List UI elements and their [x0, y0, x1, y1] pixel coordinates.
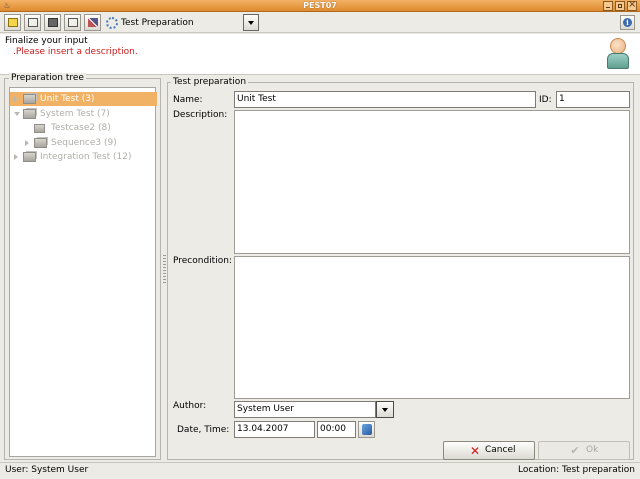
gear-icon [106, 17, 118, 29]
new-button[interactable] [4, 14, 21, 31]
name-field[interactable]: Unit Test [234, 91, 536, 108]
tree-item-label: System Test (7) [40, 108, 110, 119]
splitter-grip-icon[interactable] [163, 255, 166, 285]
status-location: Location: Test preparation [518, 465, 635, 475]
preparation-tree-panel: Preparation tree Unit Test (3) System Tes… [4, 73, 161, 460]
checkmark-icon: ✔ [570, 444, 580, 457]
user-avatar-icon [606, 38, 630, 70]
tree-item-label: Testcase2 (8) [51, 123, 111, 133]
name-label: Name: [173, 95, 203, 105]
info-button[interactable]: i [620, 15, 635, 30]
cancel-button[interactable]: ✕ Cancel [443, 441, 535, 460]
test-folder-icon [23, 94, 36, 104]
close-window-button[interactable] [627, 0, 637, 11]
precondition-label: Precondition: [173, 256, 232, 266]
author-dropdown-button[interactable] [376, 401, 394, 418]
test-folder-icon [34, 124, 45, 133]
message-area: Finalize your input .Please insert a des… [0, 34, 640, 75]
test-folder-icon [34, 137, 47, 148]
tools-icon [88, 18, 98, 27]
collapsed-arrow-icon[interactable] [14, 96, 18, 102]
status-user: User: System User [5, 465, 89, 475]
time-field[interactable]: 00:00 [317, 421, 356, 438]
description-textarea[interactable] [234, 110, 630, 254]
datetime-label: Date, Time: [177, 425, 230, 435]
ok-button[interactable]: ✔ Ok [538, 441, 630, 460]
test-folder-icon [23, 152, 36, 162]
cancel-button-label: Cancel [485, 445, 516, 455]
test-folder-icon [23, 108, 36, 119]
tree-item[interactable]: Sequence3 (9) [10, 136, 157, 150]
preparation-tree[interactable]: Unit Test (3) System Test (7) Testcase2 (8… [9, 87, 157, 457]
maximize-button[interactable] [615, 1, 625, 11]
cancel-x-icon: ✕ [470, 444, 481, 458]
tree-item[interactable]: Integration Test (12) [10, 150, 157, 164]
author-label: Author: [173, 401, 207, 411]
id-label: ID: [539, 95, 552, 105]
export-button[interactable] [64, 14, 81, 31]
collapsed-arrow-icon[interactable] [25, 139, 29, 146]
date-picker-button[interactable] [358, 421, 375, 438]
tree-item[interactable]: Testcase2 (8) [10, 121, 157, 135]
new-icon [8, 18, 18, 27]
save-button[interactable] [44, 14, 61, 31]
tree-item-label: Unit Test (3) [40, 94, 95, 104]
toolbar [0, 13, 640, 33]
save-icon [48, 18, 58, 27]
calendar-icon [362, 424, 372, 435]
ok-button-label: Ok [586, 445, 599, 455]
tree-item[interactable]: Unit Test (3) [10, 92, 157, 106]
open-button[interactable] [24, 14, 41, 31]
title-bar: ♨ PEST07 [0, 0, 640, 12]
message-title: Finalize your input [5, 36, 88, 46]
preparation-tree-title: Preparation tree [9, 73, 86, 83]
tree-item-label: Sequence3 (9) [51, 137, 117, 148]
window-title: PEST07 [303, 1, 337, 10]
minimize-button[interactable] [603, 1, 613, 11]
collapsed-arrow-icon[interactable] [14, 154, 18, 160]
open-folder-icon [28, 18, 38, 27]
section-selector-label: Test Preparation [121, 18, 194, 28]
status-bar: User: System User Location: Test prepara… [0, 462, 640, 479]
section-dropdown-button[interactable] [243, 14, 259, 31]
precondition-textarea[interactable] [234, 256, 630, 399]
tree-item-label: Integration Test (12) [40, 152, 132, 162]
tree-item[interactable]: System Test (7) [10, 107, 157, 121]
message-error: .Please insert a description. [13, 47, 138, 57]
description-label: Description: [173, 110, 228, 120]
author-combo-field[interactable]: System User [234, 401, 376, 418]
tools-button[interactable] [84, 14, 101, 31]
id-field[interactable]: 1 [556, 91, 630, 108]
test-preparation-title: Test preparation [171, 77, 249, 87]
export-icon [68, 18, 78, 27]
info-icon: i [623, 18, 632, 27]
expanded-arrow-icon[interactable] [14, 111, 20, 116]
date-field[interactable]: 13.04.2007 [234, 421, 315, 438]
